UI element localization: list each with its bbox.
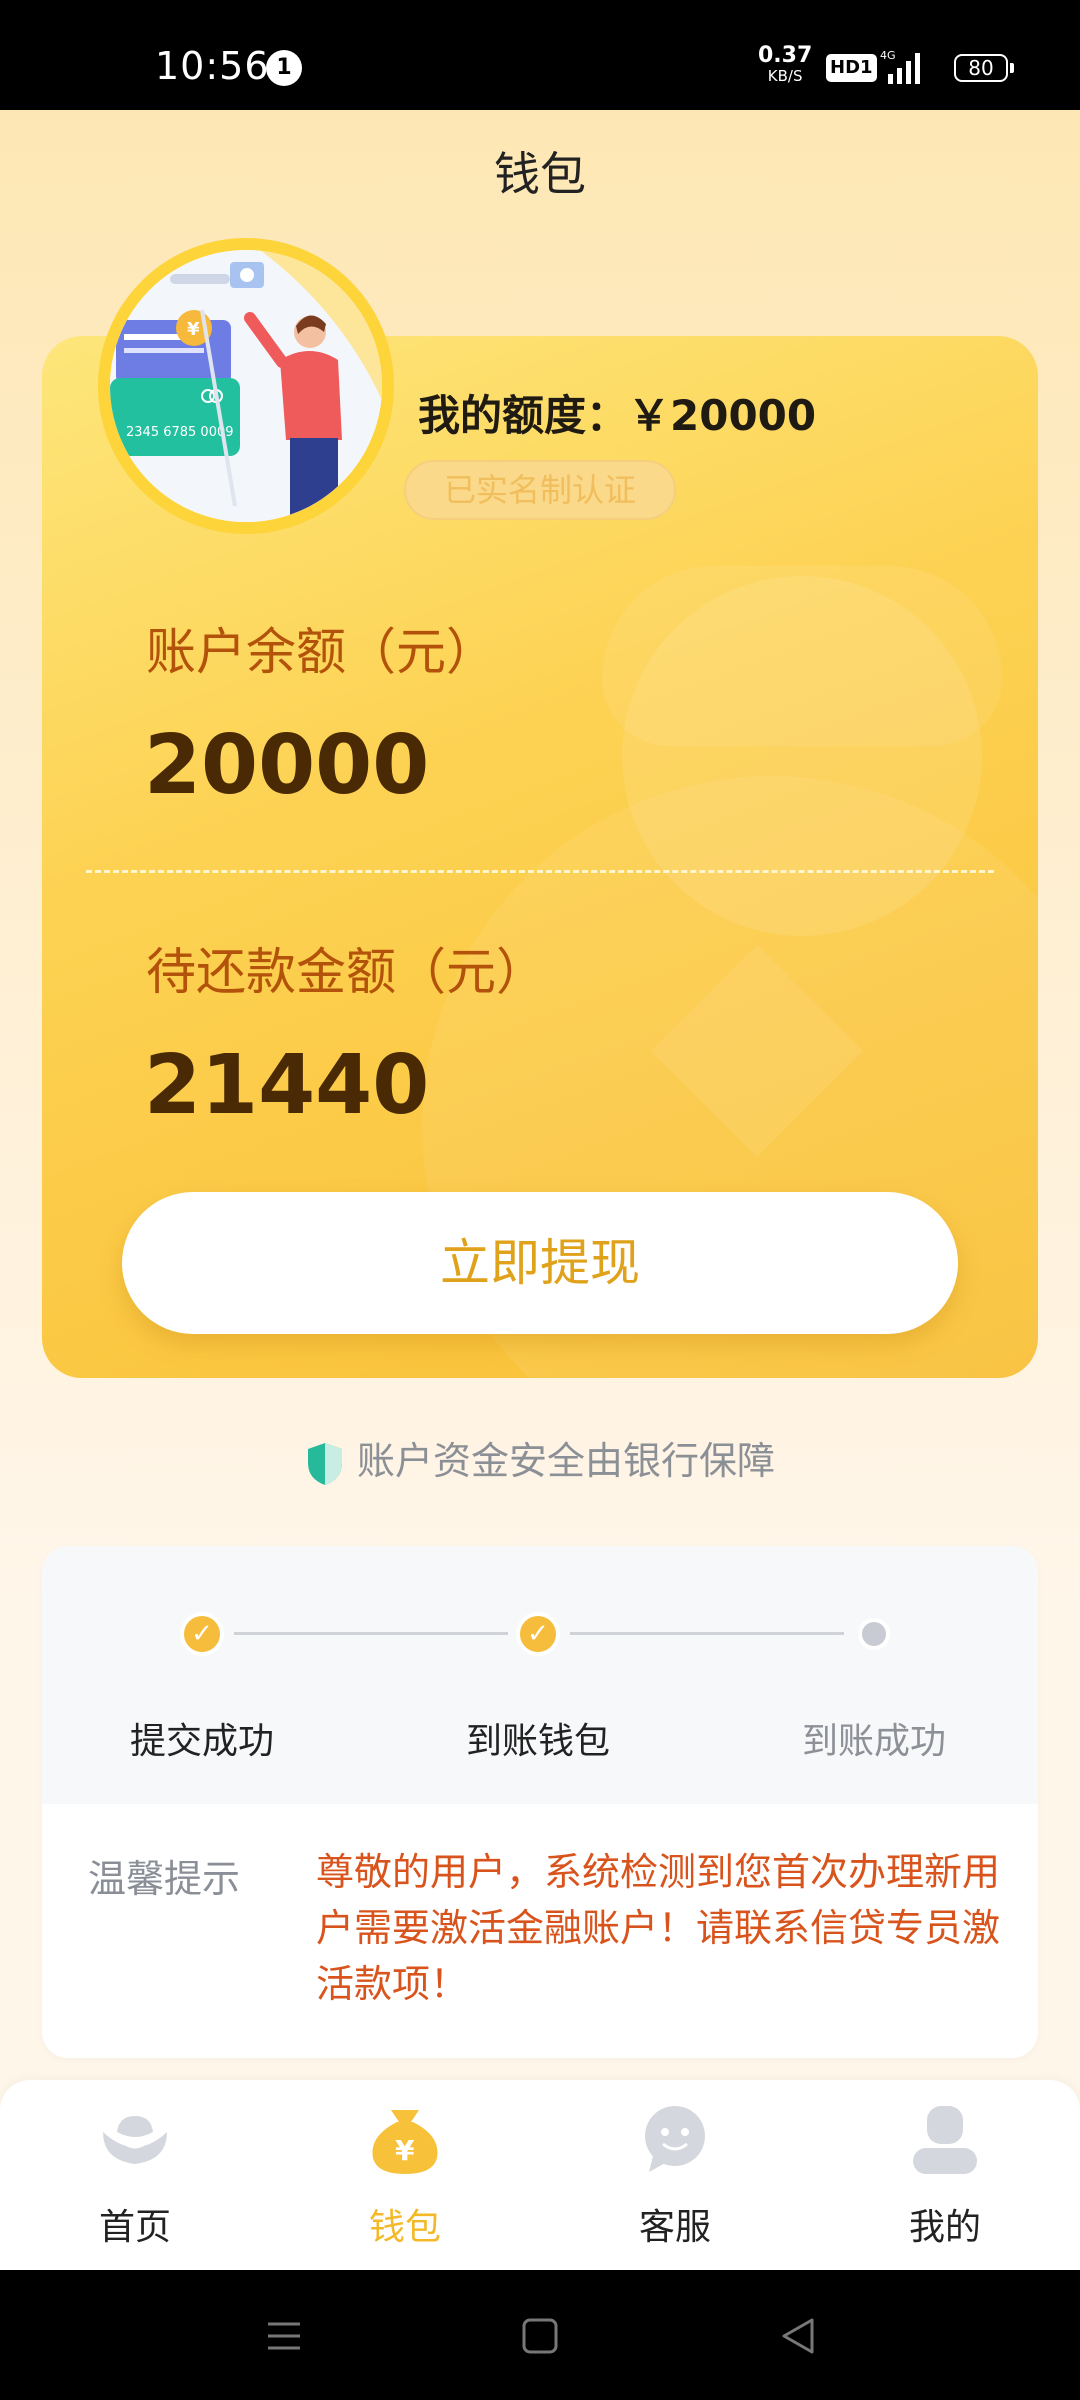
check-icon: ✓	[180, 1612, 224, 1656]
cards-person-illustration: 2345 6785 0009 ¥	[110, 250, 382, 522]
network-speed-value: 0.37	[758, 43, 813, 68]
tab-mine[interactable]: 我的	[810, 2080, 1080, 2270]
tab-service[interactable]: 客服	[540, 2080, 810, 2270]
home-square-icon[interactable]	[518, 2314, 562, 2358]
verified-badge: 已实名制认证	[404, 460, 676, 520]
svg-text:¥: ¥	[187, 319, 200, 340]
money-bag-icon: ¥	[372, 2110, 438, 2174]
system-nav-bar	[0, 2270, 1080, 2400]
background-circle-decoration	[622, 576, 982, 936]
credit-quota: 我的额度：￥20000	[418, 382, 816, 443]
tab-mine-label: 我的	[908, 2207, 981, 2248]
balance-label: 账户余额（元）	[146, 623, 496, 681]
user-icon	[913, 2106, 977, 2174]
tab-home-label: 首页	[98, 2207, 171, 2248]
withdraw-button[interactable]: 立即提现	[122, 1192, 958, 1334]
tab-service-label: 客服	[638, 2207, 711, 2248]
chat-bubble-icon	[645, 2106, 705, 2172]
battery-icon: 80	[954, 54, 1014, 82]
status-time: 10:56	[155, 44, 270, 88]
svg-text:2345 6785 0009: 2345 6785 0009	[126, 425, 234, 440]
repay-label: 待还款金额（元）	[146, 943, 546, 1001]
menu-icon[interactable]	[262, 2314, 306, 2358]
balance-amount: 20000	[144, 718, 430, 813]
progress-steps: ✓ ✓ 提交成功 到账钱包 到账成功	[42, 1546, 1038, 1804]
tip-title: 温馨提示	[88, 1857, 241, 1901]
divider	[86, 870, 994, 873]
back-triangle-icon[interactable]	[776, 2314, 820, 2358]
credit-quota-value: ￥20000	[628, 391, 817, 440]
notification-count-badge: 1	[266, 50, 302, 86]
progress-card: ✓ ✓ 提交成功 到账钱包 到账成功 温馨提示 尊敬的用户，系统检测到您首次办理…	[42, 1546, 1038, 2058]
svg-text:¥: ¥	[395, 2134, 415, 2167]
network-speed: 0.37 KB/S	[758, 43, 813, 86]
network-speed-unit: KB/S	[767, 67, 803, 85]
ingot-icon	[103, 2116, 167, 2164]
page-title: 钱包	[494, 147, 586, 201]
wallet-illustration: 2345 6785 0009 ¥	[98, 238, 394, 534]
bottom-tab-bar: 首页 ¥ 钱包 客服 我的	[0, 2080, 1080, 2270]
step-connector	[570, 1632, 844, 1635]
repay-amount: 21440	[144, 1038, 430, 1133]
tip-text: 尊敬的用户，系统检测到您首次办理新用户需要激活金融账户！请联系信贷专员激活款项！	[316, 1850, 1001, 2006]
shield-icon	[307, 1442, 342, 1485]
credit-quota-label: 我的额度：	[418, 391, 629, 440]
security-note: 账户资金安全由银行保障	[0, 1430, 1080, 1487]
network-type-label: 4G	[880, 49, 896, 62]
tab-wallet-label: 钱包	[368, 2207, 441, 2248]
hd-voice-icon: HD1	[826, 54, 877, 82]
status-bar: 10:56 1 0.37 KB/S HD1 4G 80	[0, 0, 1080, 110]
step-label-arrived: 到账成功	[801, 1721, 946, 1762]
check-icon: ✓	[516, 1612, 560, 1656]
step-label-wallet: 到账钱包	[465, 1721, 610, 1762]
security-note-text: 账户资金安全由银行保障	[356, 1439, 775, 1483]
tab-home[interactable]: 首页	[0, 2080, 270, 2270]
tab-wallet[interactable]: ¥ 钱包	[270, 2080, 540, 2270]
pending-dot-icon	[858, 1618, 890, 1650]
signal-icon: 4G	[880, 49, 920, 84]
step-connector	[234, 1632, 508, 1635]
step-label-submitted: 提交成功	[129, 1721, 274, 1762]
